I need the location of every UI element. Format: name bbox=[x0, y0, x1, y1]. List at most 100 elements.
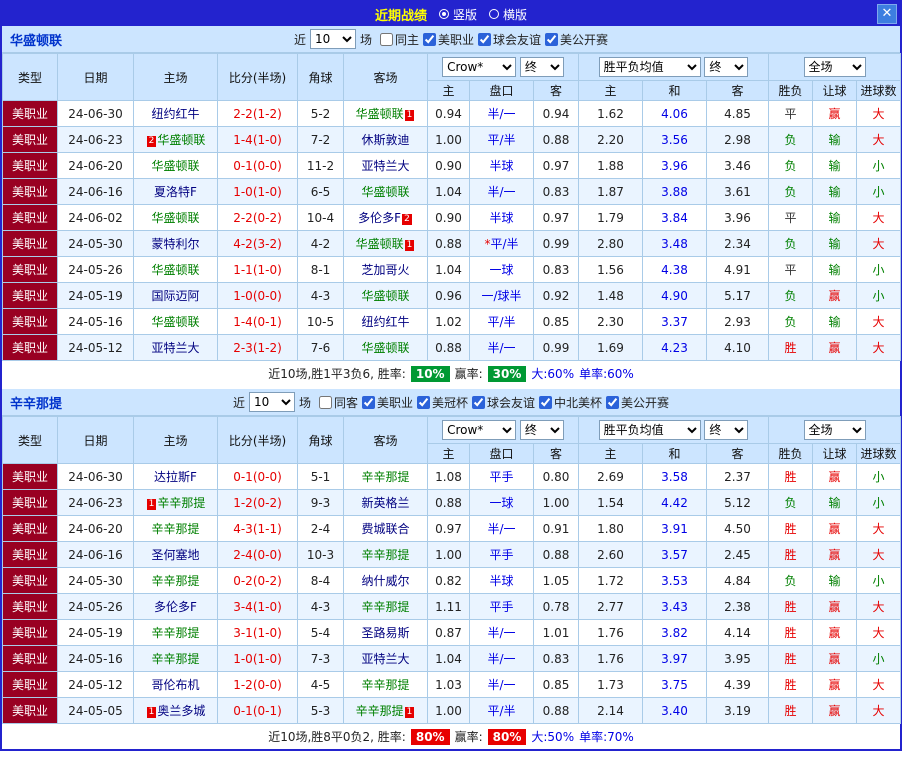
team-label: 夏洛特F bbox=[154, 185, 197, 199]
asia-handicap: 平手 bbox=[469, 463, 534, 490]
asia-handicap: 平手 bbox=[469, 593, 534, 620]
checkbox-input[interactable] bbox=[361, 395, 375, 409]
asia-home-odds: 0.88 bbox=[427, 489, 470, 516]
date-cell: 24-06-30 bbox=[57, 463, 134, 490]
match-row: 美职业 24-06-20 辛辛那提 4-3(1-1) 2-4 费城联合 0.97 半/一 0.9… bbox=[2, 515, 902, 542]
asia-handicap: 半/一 bbox=[469, 645, 534, 672]
recent-count-select[interactable]: 10 bbox=[248, 392, 295, 412]
europe-final-select[interactable]: 终 bbox=[704, 420, 749, 440]
europe-final-select[interactable]: 终 bbox=[704, 57, 749, 77]
competition-filters: 同客 美职业 美冠杯 球会友谊 中北美杯 美公开赛 bbox=[315, 394, 669, 411]
score-cell: 0-1(0-0) bbox=[217, 463, 298, 490]
checkbox-input[interactable] bbox=[379, 32, 393, 46]
asia-final-select[interactable]: 终 bbox=[519, 57, 564, 77]
filter-checkbox-0[interactable]: 同客 bbox=[318, 394, 358, 411]
asia-home-odds: 0.87 bbox=[427, 619, 470, 646]
fullmatch-select[interactable]: 全场 bbox=[803, 57, 866, 77]
away-team-cell: 辛辛那提 1 bbox=[343, 697, 428, 724]
europe-draw-odds: 3.37 bbox=[642, 308, 707, 335]
checkbox-input[interactable] bbox=[472, 395, 486, 409]
checkbox-input[interactable] bbox=[423, 32, 436, 46]
close-button[interactable]: ✕ bbox=[877, 4, 897, 24]
europe-home-odds: 1.54 bbox=[578, 489, 643, 516]
filter-checkbox-3[interactable]: 球会友谊 bbox=[472, 394, 535, 411]
result-cell: 胜 bbox=[768, 334, 814, 361]
europe-home-odds: 2.77 bbox=[578, 593, 643, 620]
asia-handicap: 半/一 bbox=[469, 178, 534, 205]
date-cell: 24-05-16 bbox=[57, 645, 134, 672]
match-row: 美职业 24-05-05 1 奥兰多城 0-1(0-1) 5-3 辛辛那提 1 1.00 平/半 0… bbox=[2, 697, 902, 724]
score-cell: 1-0(0-0) bbox=[217, 282, 298, 309]
filter-checkbox-5[interactable]: 美公开赛 bbox=[606, 394, 669, 411]
europe-draw-odds: 3.75 bbox=[642, 671, 707, 698]
handicap-result-cell: 赢 bbox=[812, 282, 858, 309]
checkbox-input[interactable] bbox=[478, 32, 492, 46]
filter-checkbox-2[interactable]: 球会友谊 bbox=[478, 31, 541, 48]
col-corner: 角球 bbox=[297, 53, 344, 101]
score-cell: 1-4(1-0) bbox=[217, 126, 298, 153]
asia-company-select[interactable]: Crow* bbox=[442, 57, 517, 77]
team-label: 辛辛那提 bbox=[151, 574, 200, 588]
filter-checkbox-1[interactable]: 美职业 bbox=[423, 31, 474, 48]
away-team-cell: 华盛顿联 1 bbox=[343, 230, 428, 257]
type-cell: 美职业 bbox=[2, 515, 58, 542]
handicap-result-cell: 赢 bbox=[812, 671, 858, 698]
col-home: 主场 bbox=[133, 53, 218, 101]
col-score: 比分(半场) bbox=[217, 416, 298, 464]
layout-radio-vertical[interactable]: 竖版 bbox=[438, 6, 477, 23]
col-europe-draw: 和 bbox=[642, 80, 707, 101]
result-cell: 负 bbox=[768, 567, 814, 594]
filter-checkbox-4[interactable]: 中北美杯 bbox=[539, 394, 602, 411]
corner-cell: 10-3 bbox=[297, 541, 344, 568]
asia-odds-group: Crow* 终 bbox=[427, 416, 579, 444]
match-row: 美职业 24-06-16 圣何塞地 2-4(0-0) 10-3 辛辛那提 1.00 平手 0.8… bbox=[2, 541, 902, 568]
away-team-cell: 华盛顿联 bbox=[343, 178, 428, 205]
result-cell: 平 bbox=[768, 100, 814, 127]
col-away: 客场 bbox=[343, 53, 428, 101]
europe-home-odds: 1.69 bbox=[578, 334, 643, 361]
europe-odds-select[interactable]: 胜平负均值 bbox=[598, 57, 701, 77]
layout-radio-horizontal[interactable]: 横版 bbox=[489, 6, 527, 23]
europe-home-odds: 1.79 bbox=[578, 204, 643, 231]
summary-text: 近10场,胜8平0负2, 胜率: bbox=[268, 730, 406, 744]
date-cell: 24-06-23 bbox=[57, 126, 134, 153]
match-rows: 美职业 24-06-30 纽约红牛 2-2(1-2) 5-2 华盛顿联 1 0.94 半/一 0.… bbox=[2, 100, 902, 361]
result-cell: 胜 bbox=[768, 515, 814, 542]
europe-draw-odds: 4.23 bbox=[642, 334, 707, 361]
team-label: 华盛顿联 bbox=[151, 263, 200, 277]
section-header: 辛辛那提 近 10 场 同客 美职业 美冠杯 球会友谊 中北美杯 美公开赛 bbox=[2, 389, 900, 416]
score-cell: 3-4(1-0) bbox=[217, 593, 298, 620]
type-cell: 美职业 bbox=[2, 178, 58, 205]
asia-company-select[interactable]: Crow* bbox=[442, 420, 517, 440]
away-team-cell: 辛辛那提 bbox=[343, 463, 428, 490]
checkbox-input[interactable] bbox=[539, 395, 553, 409]
asia-handicap: 一球 bbox=[469, 256, 534, 283]
europe-home-odds: 1.48 bbox=[578, 282, 643, 309]
away-team-cell: 华盛顿联 bbox=[343, 282, 428, 309]
match-row: 美职业 24-06-16 夏洛特F 1-0(1-0) 6-5 华盛顿联 1.04 半/一 0.8… bbox=[2, 178, 902, 205]
filter-checkbox-0[interactable]: 同主 bbox=[379, 31, 419, 48]
asia-home-odds: 0.94 bbox=[427, 100, 470, 127]
asia-handicap: 半球 bbox=[469, 204, 534, 231]
team-label: 华盛顿联 bbox=[361, 341, 410, 355]
checkbox-input[interactable] bbox=[545, 32, 559, 46]
europe-home-odds: 1.73 bbox=[578, 671, 643, 698]
checkbox-input[interactable] bbox=[318, 395, 332, 409]
europe-odds-select[interactable]: 胜平负均值 bbox=[598, 420, 701, 440]
recent-count-select[interactable]: 10 bbox=[309, 29, 356, 49]
filter-checkbox-2[interactable]: 美冠杯 bbox=[417, 394, 468, 411]
filter-checkbox-1[interactable]: 美职业 bbox=[361, 394, 413, 411]
team-label: 纽约红牛 bbox=[361, 315, 410, 329]
result-cell: 胜 bbox=[768, 541, 814, 568]
type-cell: 美职业 bbox=[2, 645, 58, 672]
home-team-cell: 辛辛那提 bbox=[133, 567, 218, 594]
asia-final-select[interactable]: 终 bbox=[519, 420, 564, 440]
filter-checkbox-3[interactable]: 美公开赛 bbox=[545, 31, 608, 48]
checkbox-label: 球会友谊 bbox=[487, 395, 536, 410]
away-team-cell: 休斯敦迪 bbox=[343, 126, 428, 153]
fullmatch-select[interactable]: 全场 bbox=[803, 420, 866, 440]
checkbox-input[interactable] bbox=[606, 395, 620, 409]
asia-handicap: 一球 bbox=[469, 489, 534, 516]
checkbox-input[interactable] bbox=[417, 395, 430, 409]
europe-away-odds: 3.46 bbox=[705, 152, 770, 179]
